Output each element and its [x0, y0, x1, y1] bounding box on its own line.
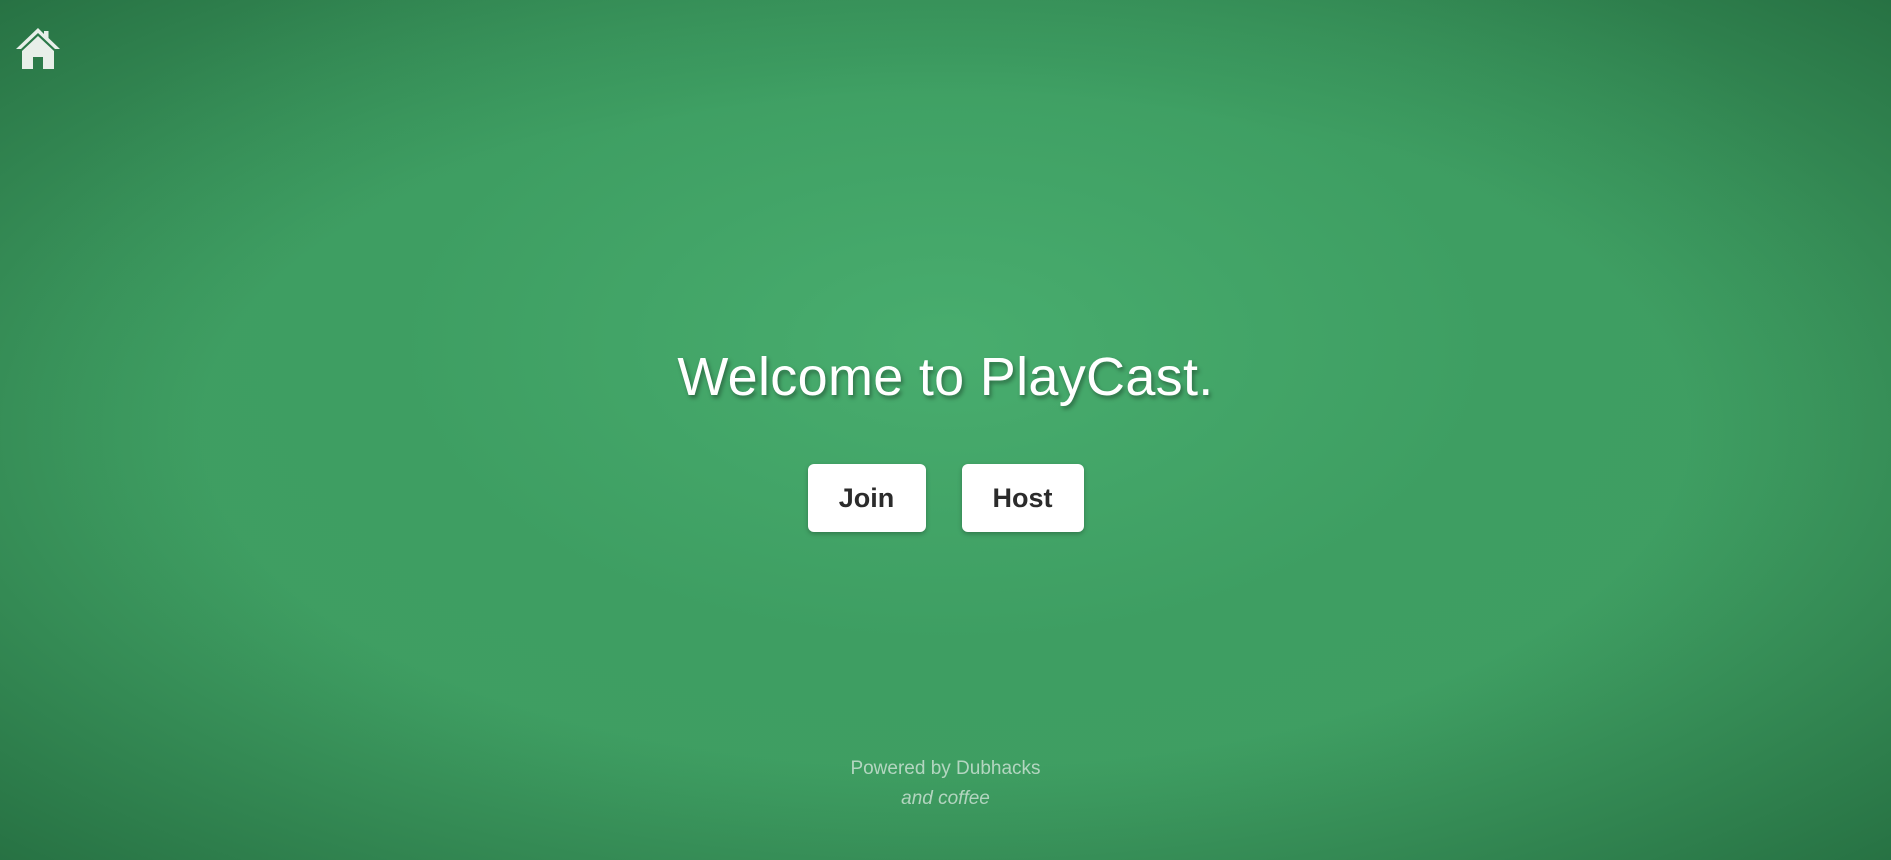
footer: Powered by Dubhacks and coffee [0, 754, 1891, 814]
page-title: Welcome to PlayCast. [677, 347, 1214, 407]
home-link[interactable] [14, 24, 62, 72]
footer-tagline: and coffee [901, 788, 990, 809]
home-icon [16, 28, 60, 69]
footer-credit: Powered by Dubhacks [850, 758, 1041, 779]
welcome-section: Welcome to PlayCast. Join Host [0, 346, 1891, 532]
action-buttons: Join Host [0, 464, 1891, 532]
join-button[interactable]: Join [807, 464, 926, 532]
host-button[interactable]: Host [961, 464, 1084, 532]
